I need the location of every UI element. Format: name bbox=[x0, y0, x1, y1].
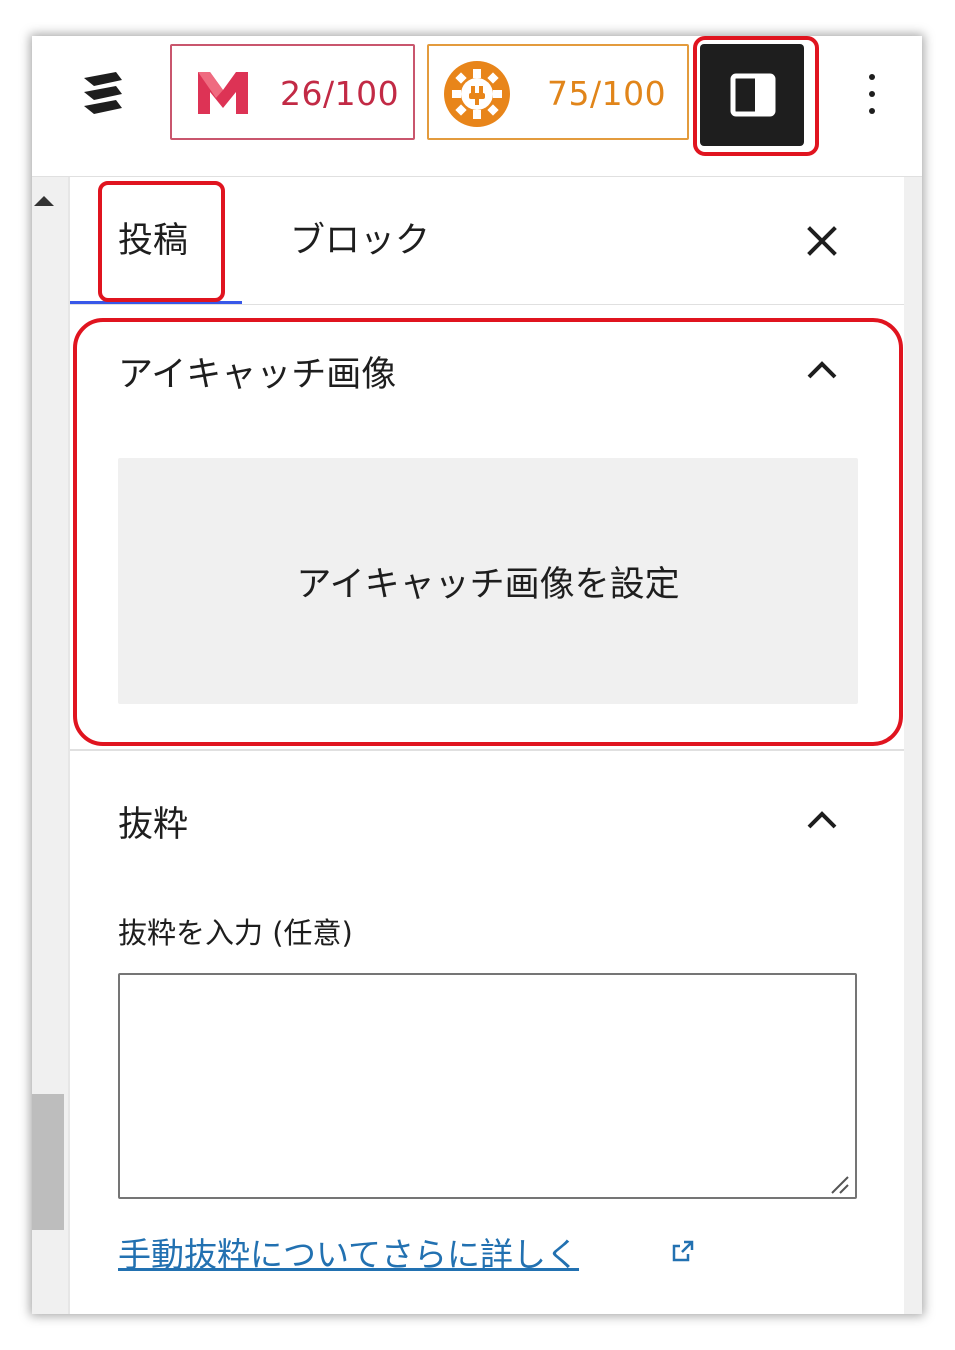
tab-block[interactable]: ブロック bbox=[290, 212, 430, 263]
vertical-ellipsis-icon bbox=[869, 74, 875, 80]
sidebar-tabs: 投稿 ブロック bbox=[70, 177, 904, 305]
vertical-ellipsis-icon bbox=[869, 108, 875, 114]
s-logo-icon[interactable] bbox=[78, 68, 128, 118]
editor-toolbar: 26/100 75/100 bbox=[32, 36, 922, 176]
excerpt-help-link[interactable]: 手動抜粋についてさらに詳しく bbox=[118, 1228, 579, 1276]
scroll-up-arrow-icon[interactable] bbox=[34, 196, 54, 206]
scrollbar-thumb[interactable] bbox=[32, 1094, 64, 1230]
sidebar-panel-icon bbox=[730, 73, 776, 117]
set-featured-image-label: アイキャッチ画像を設定 bbox=[296, 564, 680, 605]
seo-score-button[interactable]: 26/100 bbox=[170, 44, 415, 140]
section-divider bbox=[70, 749, 904, 751]
chevron-up-icon[interactable] bbox=[804, 808, 840, 832]
set-featured-image-button[interactable]: アイキャッチ画像を設定 bbox=[118, 458, 858, 704]
gear-plug-icon bbox=[444, 61, 510, 127]
tabs-divider bbox=[70, 304, 904, 305]
performance-score-button[interactable]: 75/100 bbox=[427, 44, 689, 140]
chevron-up-icon[interactable] bbox=[804, 358, 840, 382]
panel-border bbox=[68, 177, 70, 1314]
editor-sidebar-window: 26/100 75/100 投稿 ブロック アイキャッチ画像 アイキャッチ画像を… bbox=[32, 36, 922, 1314]
performance-score-value: 75/100 bbox=[547, 74, 667, 113]
seo-score-value: 26/100 bbox=[280, 74, 400, 113]
external-link-icon[interactable] bbox=[670, 1238, 696, 1264]
excerpt-input-label: 抜粋を入力 (任意) bbox=[118, 916, 353, 950]
featured-image-panel-title[interactable]: アイキャッチ画像 bbox=[118, 346, 396, 397]
tab-post[interactable]: 投稿 bbox=[118, 212, 188, 263]
resize-grip-icon[interactable] bbox=[828, 1173, 850, 1195]
vertical-ellipsis-icon bbox=[869, 91, 875, 97]
settings-sidebar-toggle-button[interactable] bbox=[700, 44, 804, 146]
excerpt-textarea[interactable] bbox=[118, 973, 857, 1199]
more-options-button[interactable] bbox=[852, 64, 892, 124]
right-scrollbar[interactable] bbox=[904, 177, 922, 1314]
close-icon[interactable] bbox=[802, 221, 842, 261]
seo-m-icon bbox=[198, 72, 248, 114]
excerpt-panel-title[interactable]: 抜粋 bbox=[118, 796, 188, 847]
